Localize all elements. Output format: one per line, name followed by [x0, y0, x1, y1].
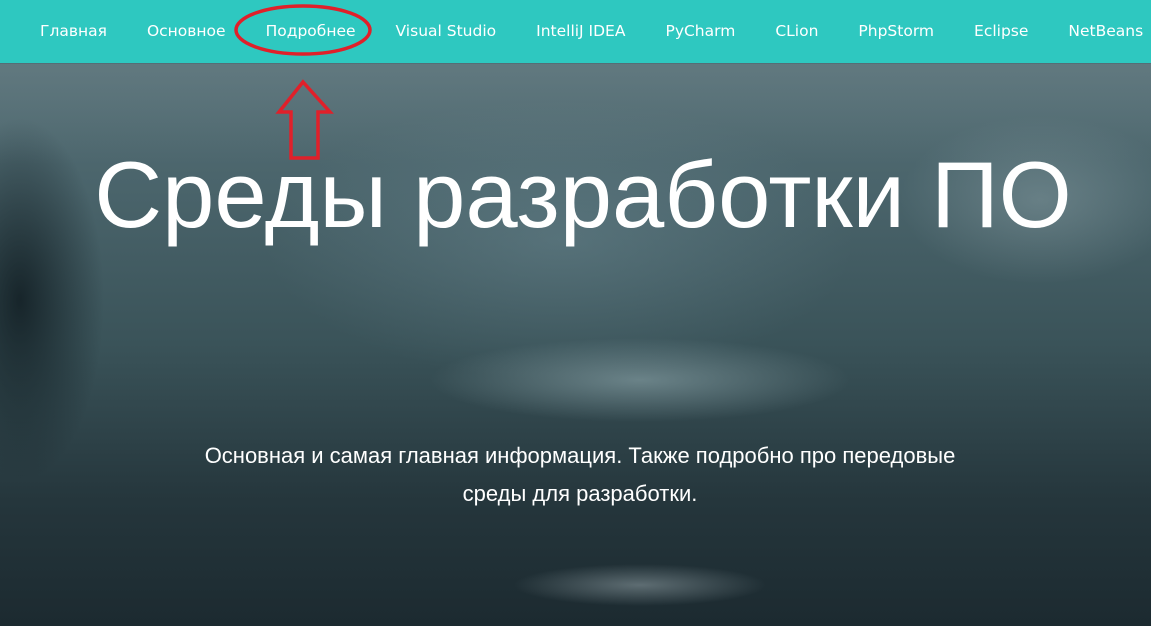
nav-item-visual-studio[interactable]: Visual Studio: [376, 0, 517, 63]
nav-item-clion[interactable]: CLion: [755, 0, 838, 63]
hero-subtitle: Основная и самая главная информация. Так…: [204, 443, 956, 506]
nav-item-netbeans[interactable]: NetBeans: [1048, 0, 1151, 63]
nav-item-pycharm[interactable]: PyCharm: [645, 0, 755, 63]
nav-item-intellij-idea[interactable]: IntelliJ IDEA: [516, 0, 645, 63]
nav-item-eclipse[interactable]: Eclipse: [954, 0, 1048, 63]
nav-item-phpstorm[interactable]: PhpStorm: [838, 0, 954, 63]
page: Главная Основное Подробнее Visual Studio…: [0, 0, 1151, 626]
nav-item-basics[interactable]: Основное: [127, 0, 246, 63]
nav-item-home[interactable]: Главная: [20, 0, 127, 63]
nav-item-details[interactable]: Подробнее: [246, 0, 376, 63]
hero-title: Среды разработки ПО: [94, 142, 1072, 247]
top-navigation-bar: Главная Основное Подробнее Visual Studio…: [0, 0, 1151, 63]
